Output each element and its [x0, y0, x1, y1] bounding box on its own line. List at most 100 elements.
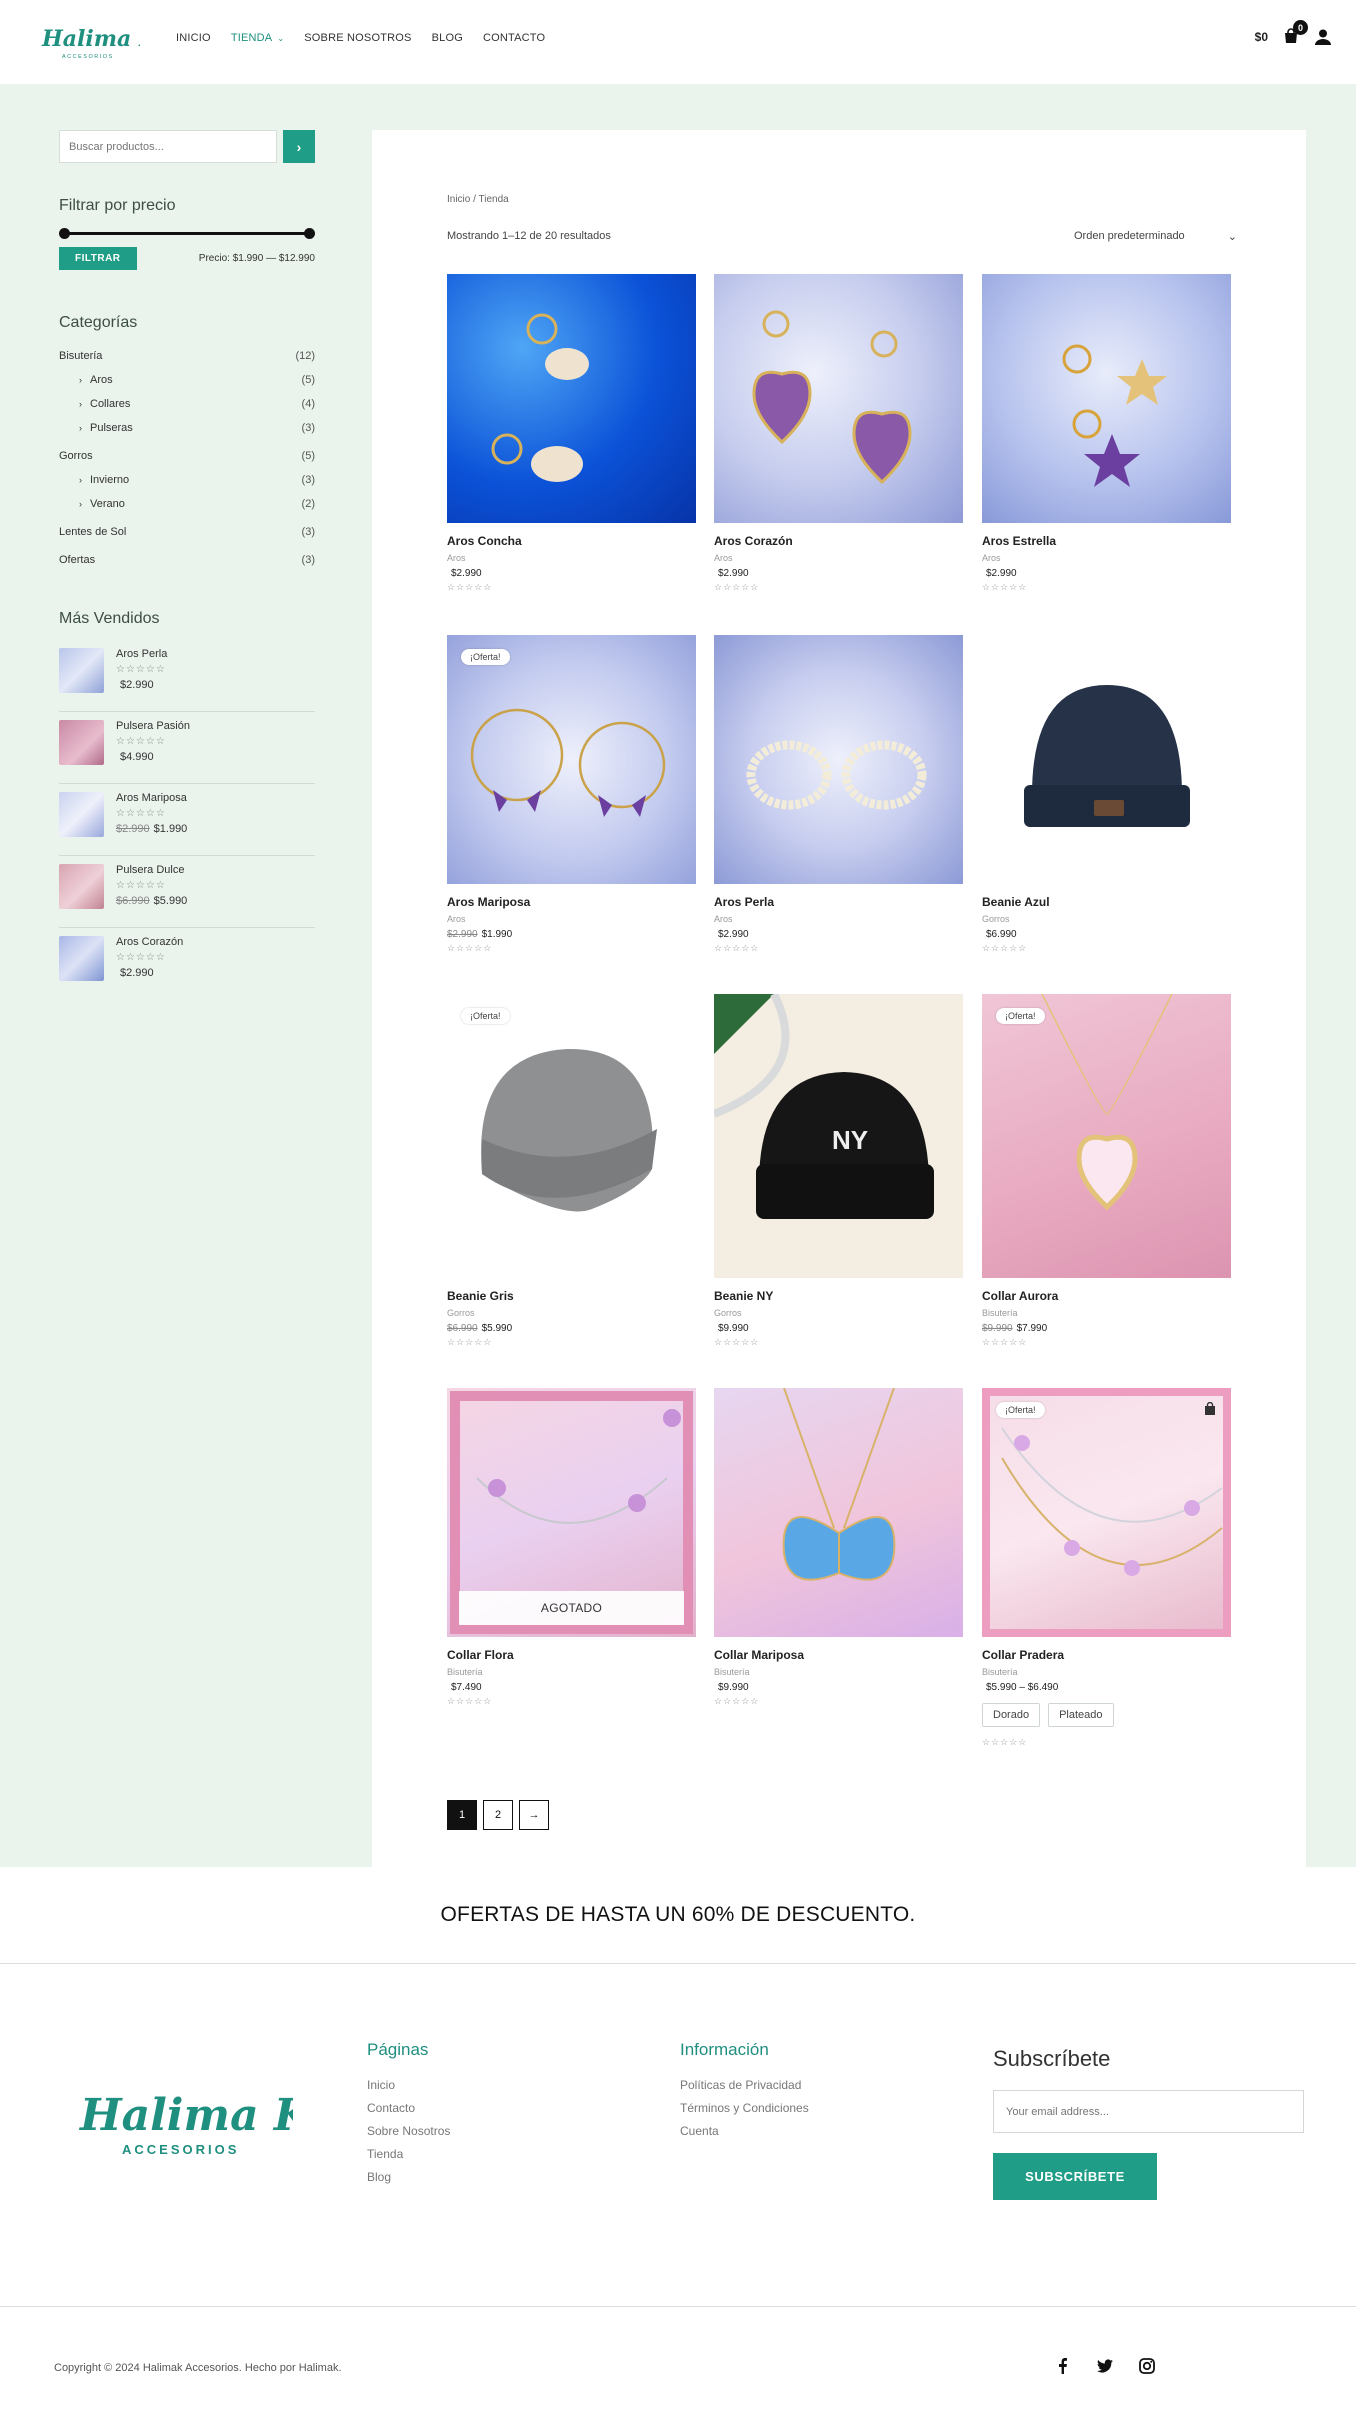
price: $9.990 [718, 1323, 749, 1334]
footer-link-privacidad[interactable]: Políticas de Privacidad [680, 2074, 809, 2097]
page-1[interactable]: 1 [447, 1800, 477, 1830]
category-gorros[interactable]: Gorros (5) [59, 444, 315, 468]
variant-plateado[interactable]: Plateado [1048, 1703, 1114, 1727]
twitter-icon[interactable] [1096, 2357, 1114, 2375]
price-slider[interactable] [59, 227, 315, 239]
category-verano[interactable]: › Verano (2) [59, 492, 315, 516]
bag-icon[interactable] [1203, 1402, 1217, 1416]
category-bisuteria[interactable]: Bisutería (12) [59, 344, 315, 368]
page-2[interactable]: 2 [483, 1800, 513, 1830]
product-image[interactable] [982, 635, 1231, 884]
filter-button[interactable]: FILTRAR [59, 247, 137, 270]
product-name[interactable]: Aros Corazón [714, 534, 963, 548]
footer-link-cuenta[interactable]: Cuenta [680, 2120, 809, 2143]
product-card[interactable]: Collar Mariposa Bisutería $9.990 ☆☆☆☆☆ [714, 1388, 963, 1707]
product-name[interactable]: Aros Perla [714, 895, 963, 909]
category-label: Bisutería [59, 350, 103, 362]
product-image[interactable]: ¡Oferta! [447, 994, 696, 1278]
facebook-icon[interactable] [1054, 2357, 1072, 2375]
nav-sobre-nosotros[interactable]: SOBRE NOSOTROS [304, 32, 411, 44]
product-name[interactable]: Aros Estrella [982, 534, 1231, 548]
ordering-select[interactable]: Orden predeterminado ⌄ [1066, 222, 1241, 250]
product-name[interactable]: Aros Concha [447, 534, 696, 548]
slider-handle-max[interactable] [304, 228, 315, 239]
product-name[interactable]: Collar Mariposa [714, 1648, 963, 1662]
price: $9.990 [718, 1682, 749, 1693]
product-thumbnail [59, 864, 104, 909]
product-name[interactable]: Collar Pradera [982, 1648, 1231, 1662]
user-icon[interactable] [1314, 28, 1332, 46]
product-card[interactable]: ¡Oferta! Aros Mariposa Aros $2.990 $1.990… [447, 635, 696, 954]
product-card[interactable]: AGOTADO Collar Flora Bisutería $7.490 ☆☆… [447, 1388, 696, 1707]
slider-handle-min[interactable] [59, 228, 70, 239]
product-image[interactable] [982, 274, 1231, 523]
product-search: › [59, 130, 315, 163]
product-name[interactable]: Beanie NY [714, 1289, 963, 1303]
footer-link-sobre-nosotros[interactable]: Sobre Nosotros [367, 2120, 450, 2143]
footer-link-terminos[interactable]: Términos y Condiciones [680, 2097, 809, 2120]
product-image[interactable]: NY [714, 994, 963, 1278]
star-rating: ☆☆☆☆☆ [714, 1696, 760, 1706]
product-name[interactable]: Collar Aurora [982, 1289, 1231, 1303]
category-pulseras[interactable]: › Pulseras (3) [59, 416, 315, 440]
category-lentes[interactable]: Lentes de Sol (3) [59, 520, 315, 544]
product-card[interactable]: Aros Perla Aros $2.990 ☆☆☆☆☆ [714, 635, 963, 954]
product-image[interactable] [447, 274, 696, 523]
category-invierno[interactable]: › Invierno (3) [59, 468, 315, 492]
breadcrumb: Inicio / Tienda [447, 194, 509, 205]
subscribe-button[interactable]: SUBSCRÍBETE [993, 2153, 1157, 2200]
old-price: $2.990 [447, 929, 478, 940]
footer-link-contacto[interactable]: Contacto [367, 2097, 450, 2120]
pagination: 1 2 → [447, 1800, 549, 1830]
best-seller-name: Aros Mariposa [116, 792, 187, 804]
nav-inicio[interactable]: INICIO [176, 32, 211, 44]
nav-blog[interactable]: BLOG [432, 32, 463, 44]
best-seller-item[interactable]: Pulsera Pasión ☆☆☆☆☆ $4.990 [59, 712, 315, 784]
product-name[interactable]: Aros Mariposa [447, 895, 696, 909]
best-seller-item[interactable]: Aros Perla ☆☆☆☆☆ $2.990 [59, 640, 315, 712]
email-field[interactable] [993, 2090, 1304, 2133]
category-aros[interactable]: › Aros (5) [59, 368, 315, 392]
chevron-right-icon: › [79, 399, 82, 409]
product-name[interactable]: Beanie Gris [447, 1289, 696, 1303]
best-seller-item[interactable]: Aros Corazón ☆☆☆☆☆ $2.990 [59, 928, 315, 1000]
product-card[interactable]: NY Beanie NY Gorros $9.990 ☆☆☆☆☆ [714, 994, 963, 1348]
product-card[interactable]: Beanie Azul Gorros $6.990 ☆☆☆☆☆ [982, 635, 1231, 954]
product-name[interactable]: Beanie Azul [982, 895, 1231, 909]
product-card[interactable]: Aros Estrella Aros $2.990 ☆☆☆☆☆ [982, 274, 1231, 593]
product-card[interactable]: Aros Corazón Aros $2.990 ☆☆☆☆☆ [714, 274, 963, 593]
product-card[interactable]: ¡Oferta! Collar Aurora Bisutería $9.990 $… [982, 994, 1231, 1348]
product-image[interactable] [714, 1388, 963, 1637]
product-name[interactable]: Collar Flora [447, 1648, 696, 1662]
product-image[interactable]: ¡Oferta! [982, 994, 1231, 1278]
site-logo[interactable]: Halima K ACCESORIOS [40, 18, 140, 62]
instagram-icon[interactable] [1138, 2357, 1156, 2375]
search-input[interactable] [59, 130, 277, 163]
search-button[interactable]: › [283, 130, 315, 163]
nav-tienda[interactable]: TIENDA ⌄ [231, 32, 284, 44]
footer-link-tienda[interactable]: Tienda [367, 2143, 450, 2166]
star-rating: ☆☆☆☆☆ [714, 582, 760, 592]
best-seller-item[interactable]: Aros Mariposa ☆☆☆☆☆ $2.990 $1.990 [59, 784, 315, 856]
cart-total[interactable]: $0 [1255, 30, 1268, 44]
price: $1.990 [481, 929, 513, 940]
category-ofertas[interactable]: Ofertas (3) [59, 548, 315, 572]
product-image[interactable]: ¡Oferta! [447, 635, 696, 884]
variant-dorado[interactable]: Dorado [982, 1703, 1041, 1727]
best-seller-item[interactable]: Pulsera Dulce ☆☆☆☆☆ $6.990 $5.990 [59, 856, 315, 928]
category-collares[interactable]: › Collares (4) [59, 392, 315, 416]
product-card[interactable]: ¡Oferta! Collar Pradera Bisutería $5.990… [982, 1388, 1231, 1748]
product-image[interactable]: AGOTADO [447, 1388, 696, 1637]
product-card[interactable]: ¡Oferta! Beanie Gris Gorros $6.990 $5.990… [447, 994, 696, 1348]
product-image[interactable] [714, 635, 963, 884]
next-page-button[interactable]: → [519, 1800, 549, 1830]
divider [0, 1963, 1356, 1964]
footer-link-blog[interactable]: Blog [367, 2166, 450, 2189]
cart-icon[interactable]: 0 [1282, 20, 1308, 46]
product-image[interactable]: ¡Oferta! [982, 1388, 1231, 1637]
product-card[interactable]: Aros Concha Aros $2.990 ☆☆☆☆☆ [447, 274, 696, 593]
footer-link-inicio[interactable]: Inicio [367, 2074, 450, 2097]
nav-contacto[interactable]: CONTACTO [483, 32, 545, 44]
footer-logo[interactable]: Halima K ACCESORIOS [78, 2086, 293, 2158]
product-image[interactable] [714, 274, 963, 523]
